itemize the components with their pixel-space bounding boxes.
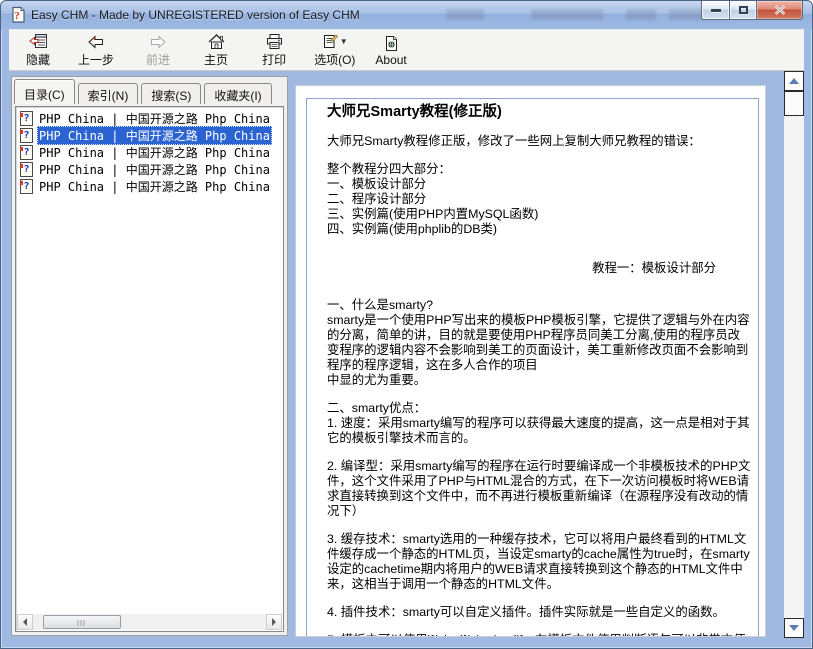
horizontal-scrollbar-thumb[interactable] [43,615,121,629]
back-arrow-icon [87,33,105,50]
tree-item-selected[interactable]: ? PHP China | 中国开源之路 Php China [20,127,283,144]
scroll-left-button[interactable] [17,614,33,630]
window-controls [701,1,803,20]
scroll-up-button[interactable] [784,71,804,91]
back-button[interactable]: 上一步 [71,31,121,69]
toolbar: 隐藏 上一步 前进 [9,29,804,71]
topic-pane: 大师兄Smarty教程(修正版) 大师兄Smarty教程修正版，修改了一些网上复… [295,85,766,637]
topic-paragraph: 整个教程分四大部分： 一、模板设计部分 二、程序设计部分 三、实例篇(使用PHP… [327,162,752,237]
toolbar-button-label: 前进 [146,51,170,68]
tree-item[interactable]: ? PHP China | 中国开源之路 Php China [20,110,283,127]
options-icon: ▼ [322,33,348,50]
topic-paragraph: 5. 模板中可以使用if/elseif/else/endif。在模板文件使用判断… [327,633,752,637]
printer-icon [265,33,284,50]
tree-rows: ? PHP China | 中国开源之路 Php China ? PHP Chi… [16,107,283,195]
hide-button[interactable]: 隐藏 [19,31,57,69]
main-area: 目录(C) 索引(N) 搜索(S) 收藏夹(I) ? PHP China | 中… [9,71,804,640]
hide-panel-icon [29,33,48,50]
topic-heading: 大师兄Smarty教程(修正版) [327,105,752,120]
titlebar-artifact [626,9,656,20]
topic-content: 大师兄Smarty教程(修正版) 大师兄Smarty教程修正版，修改了一些网上复… [306,98,759,637]
question-page-icon: ? [20,179,33,194]
topic-paragraph: 一、什么是smarty? smarty是一个使用PHP写出来的模板PHP模板引擎… [327,298,752,388]
toolbar-button-label: About [375,53,406,67]
window-title: Easy CHM - Made by UNREGISTERED version … [31,8,360,22]
tab-favorites[interactable]: 收藏夹(I) [204,83,271,104]
close-button[interactable] [757,1,803,20]
triangle-down-icon [789,625,799,636]
tab-contents[interactable]: 目录(C) [14,79,75,104]
question-page-icon: ? [20,145,33,160]
toolbar-button-label: 打印 [262,51,286,68]
horizontal-scrollbar[interactable] [17,614,282,630]
print-button[interactable]: 打印 [255,31,293,69]
vertical-scrollbar[interactable] [784,71,804,638]
forward-button[interactable]: 前进 [139,31,177,69]
toolbar-button-label: 主页 [204,51,228,68]
dropdown-caret-icon: ▼ [340,37,348,46]
toolbar-button-label: 选项(O) [314,51,355,68]
close-icon [774,5,786,15]
svg-text:?: ? [14,10,20,22]
maximize-button[interactable] [730,1,757,20]
scroll-down-button[interactable] [784,618,804,638]
tree-item[interactable]: ? PHP China | 中国开源之路 Php China [20,144,283,161]
minimize-icon [711,9,721,12]
topic-paragraph: 3. 缓存技术：smarty选用的一种缓存技术，它可以将用户最终看到的HTML文… [327,532,752,592]
topic-paragraph: 二、smarty优点： 1. 速度：采用smarty编写的程序可以获得最大速度的… [327,401,752,446]
maximize-icon [739,6,748,14]
navigation-panel: 目录(C) 索引(N) 搜索(S) 收藏夹(I) ? PHP China | 中… [11,76,288,636]
titlebar: ? Easy CHM - Made by UNREGISTERED versio… [1,1,812,29]
triangle-up-icon [789,73,799,84]
options-button[interactable]: ▼ 选项(O) [307,31,362,69]
topic-paragraph: 4. 插件技术：smarty可以自定义插件。插件实际就是一些自定义的函数。 [327,605,752,620]
tree-item-label: PHP China | 中国开源之路 Php China [37,177,272,196]
window: ? Easy CHM - Made by UNREGISTERED versio… [0,0,813,649]
home-button[interactable]: 主页 [197,31,235,69]
minimize-button[interactable] [701,1,730,20]
question-page-icon: ? [20,162,33,177]
tree-item[interactable]: ? PHP China | 中国开源之路 Php China [20,161,283,178]
toolbar-button-label: 隐藏 [26,51,50,68]
question-page-icon: ? [20,111,33,126]
topic-paragraph: 大师兄Smarty教程修正版，修改了一些网上复制大师兄教程的错误： [327,134,752,149]
chm-help-file-icon[interactable]: ? [9,6,27,24]
question-page-icon: ? [20,128,33,143]
titlebar-artifact [446,9,484,20]
home-icon [207,33,226,50]
forward-arrow-icon [149,33,167,50]
topic-paragraph: 2. 编译型：采用smarty编写的程序在运行时要编译成一个非模板技术的PHP文… [327,459,752,519]
about-button[interactable]: About [368,31,413,69]
titlebar-artifact [531,9,603,20]
toolbar-button-label: 上一步 [78,51,114,68]
tree-item[interactable]: ? PHP China | 中国开源之路 Php China [20,178,283,195]
triangle-left-icon [19,618,27,626]
topic-section-title: 教程一：模板设计部分 [327,261,752,276]
triangle-right-icon [272,618,280,626]
navigation-tabs: 目录(C) 索引(N) 搜索(S) 收藏夹(I) [12,77,287,104]
about-document-icon [384,34,399,52]
tab-search[interactable]: 搜索(S) [141,83,201,104]
scroll-right-button[interactable] [266,614,282,630]
vertical-scrollbar-thumb[interactable] [784,91,804,116]
tab-index[interactable]: 索引(N) [78,83,139,104]
contents-tree: ? PHP China | 中国开源之路 Php China ? PHP Chi… [15,106,284,632]
